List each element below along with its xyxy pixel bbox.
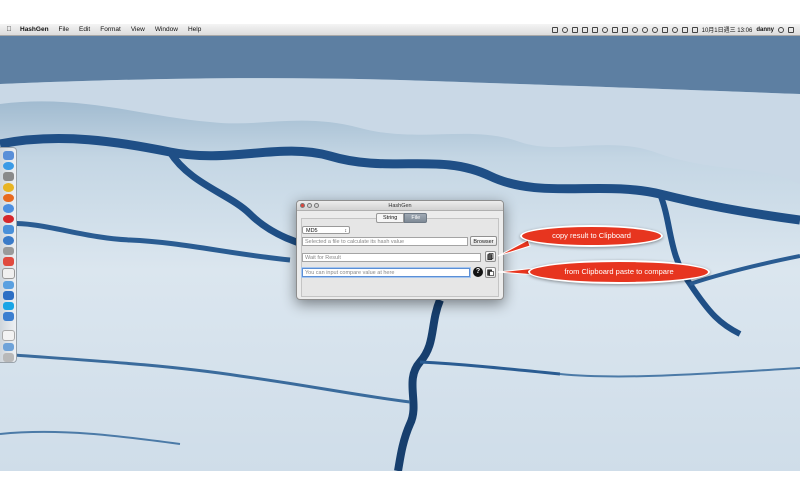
paste-callout: from Clipboard paste to compare (528, 260, 710, 284)
callout-pointers (497, 239, 537, 276)
copy-callout: copy result to Clipboard (520, 225, 663, 247)
copy-callout-pointer (497, 239, 531, 257)
